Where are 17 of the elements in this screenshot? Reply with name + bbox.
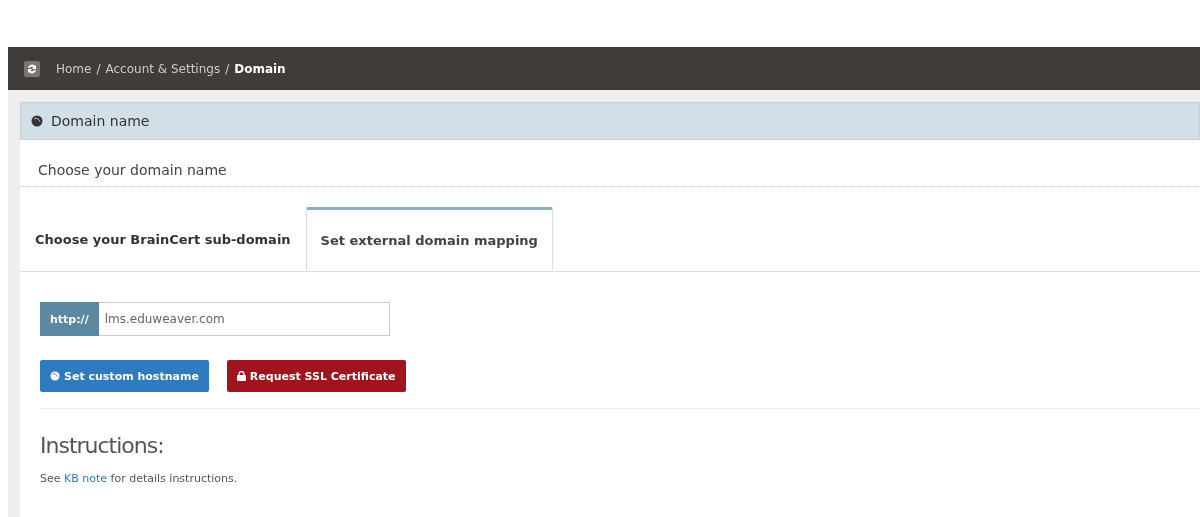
panel-title: Domain name bbox=[51, 113, 150, 129]
breadcrumb-link[interactable]: Home bbox=[56, 61, 92, 76]
breadcrumb-link[interactable]: Account & Settings bbox=[105, 61, 221, 76]
breadcrumb-separator: / bbox=[225, 61, 230, 76]
set-hostname-button[interactable]: Set custom hostname bbox=[40, 360, 209, 392]
tab[interactable]: Set external domain mapping bbox=[305, 207, 553, 271]
breadcrumb-current: Domain bbox=[234, 61, 286, 76]
request-ssl-button[interactable]: Request SSL Certificate bbox=[226, 360, 406, 392]
instructions-text: See KB note for details instructions. bbox=[40, 472, 239, 485]
refresh-icon[interactable] bbox=[24, 60, 40, 77]
breadcrumb-separator: / bbox=[96, 61, 101, 76]
instructions-heading: Instructions: bbox=[40, 433, 165, 458]
input-prefix: http:// bbox=[40, 302, 99, 336]
hostname-field[interactable]: lms.eduweaver.com bbox=[98, 302, 390, 336]
kb-note-link[interactable]: KB note bbox=[64, 472, 108, 485]
lock-icon bbox=[236, 371, 246, 381]
panel-subtitle: Choose your domain name bbox=[20, 140, 1200, 187]
